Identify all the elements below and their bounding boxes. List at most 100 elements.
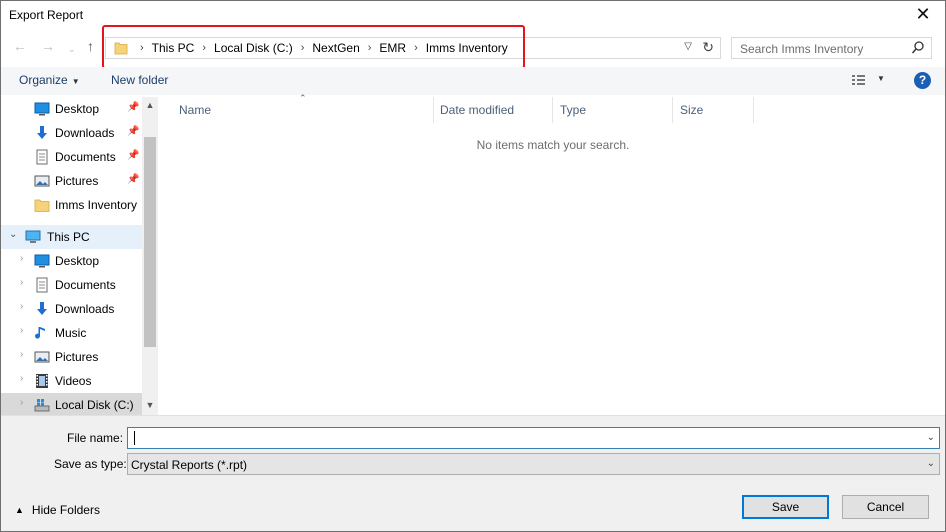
nav-item-label: Pictures (55, 350, 99, 364)
search-box[interactable]: Search Imms Inventory (731, 37, 932, 59)
nav-item-videos[interactable]: › Videos (1, 369, 142, 393)
pin-icon: 📌 (127, 174, 140, 185)
text-cursor (134, 431, 135, 445)
nav-item-pictures[interactable]: Pictures 📌 (1, 169, 142, 193)
nav-item-music[interactable]: › Music (1, 321, 142, 345)
save-as-type-select[interactable]: Crystal Reports (*.rpt) ⌄ (127, 453, 940, 475)
nav-item-label: Music (55, 326, 87, 340)
new-folder-button[interactable]: New folder (111, 73, 168, 87)
recent-locations-chevron-icon[interactable]: ⌄ (68, 42, 76, 56)
export-report-dialog: Export Report ✕ ← → ⌄ ↑ › This PC › Loca… (0, 0, 946, 532)
column-divider[interactable] (753, 97, 754, 123)
chevron-down-icon[interactable]: ⌄ (927, 458, 935, 469)
nav-item-label: Desktop (55, 254, 100, 268)
view-options-icon[interactable] (851, 73, 867, 87)
pictures-icon (34, 351, 50, 363)
window-title: Export Report (9, 8, 84, 22)
drive-icon (34, 399, 50, 412)
nav-item-downloads[interactable]: Downloads 📌 (1, 121, 142, 145)
nav-item-label: Imms Inventory (55, 198, 138, 212)
nav-item-documents[interactable]: › Documents (1, 273, 142, 297)
column-header-type[interactable]: Type (560, 103, 586, 117)
nav-item-label: Pictures (55, 174, 99, 188)
nav-item-label: This PC (47, 230, 90, 244)
collapse-chevron-icon[interactable]: ⌄ (9, 229, 17, 240)
pin-icon: 📌 (127, 150, 140, 161)
pin-icon: 📌 (127, 102, 140, 113)
music-icon (35, 327, 45, 339)
scrollbar-thumb[interactable] (144, 137, 156, 347)
documents-icon (36, 277, 48, 293)
sort-ascending-icon: ⌃ (299, 93, 307, 103)
nav-pane-scrollbar[interactable]: ▲ ▼ (142, 97, 158, 415)
address-dropdown-icon[interactable]: ▽ (684, 41, 692, 52)
navigation-pane: Desktop 📌 Downloads 📌 Documents 📌 Pictur… (1, 97, 158, 415)
column-divider[interactable] (552, 97, 553, 123)
expand-chevron-icon[interactable]: › (20, 397, 23, 408)
scroll-up-icon[interactable]: ▲ (142, 100, 158, 110)
column-header-date-modified[interactable]: Date modified (440, 103, 514, 117)
search-placeholder: Search Imms Inventory (740, 42, 864, 56)
downloads-icon (37, 126, 47, 139)
nav-item-label: Downloads (55, 302, 115, 316)
expand-chevron-icon[interactable]: › (20, 253, 23, 264)
chevron-down-icon: ▼ (71, 77, 80, 86)
cancel-button[interactable]: Cancel (842, 495, 929, 519)
view-dropdown-icon[interactable]: ▼ (877, 74, 885, 83)
nav-item-documents[interactable]: Documents 📌 (1, 145, 142, 169)
pictures-icon (34, 175, 50, 187)
scroll-down-icon[interactable]: ▼ (142, 400, 158, 410)
nav-item-local-disk[interactable]: › Local Disk (C:) (1, 393, 142, 415)
empty-folder-message: No items match your search. (476, 138, 630, 152)
chevron-up-icon: ▲ (15, 505, 24, 515)
toolbar: Organize ▼ New folder ▼ ? (1, 67, 945, 95)
expand-chevron-icon[interactable]: › (20, 349, 23, 360)
refresh-icon[interactable]: ↻ (702, 39, 714, 56)
nav-item-label: Local Disk (C:) (55, 398, 134, 412)
column-header-size[interactable]: Size (680, 103, 703, 117)
forward-arrow-icon[interactable]: → (41, 39, 55, 53)
chevron-down-icon[interactable]: ⌄ (927, 432, 935, 443)
search-icon[interactable] (911, 40, 925, 56)
file-list-pane: ⌃ Name Date modified Type Size No items … (161, 93, 945, 415)
save-as-type-value: Crystal Reports (*.rpt) (131, 458, 248, 472)
help-icon[interactable]: ? (914, 72, 931, 89)
nav-item-downloads[interactable]: › Downloads (1, 297, 142, 321)
nav-item-label: Documents (55, 150, 116, 164)
nav-item-label: Documents (55, 278, 116, 292)
save-options-panel: File name: ⌄ Save as type: Crystal Repor… (1, 415, 945, 531)
desktop-icon (34, 254, 50, 268)
nav-item-label: Videos (55, 374, 92, 388)
address-highlight-box (102, 25, 525, 69)
nav-item-pictures[interactable]: › Pictures (1, 345, 142, 369)
column-divider[interactable] (433, 97, 434, 123)
downloads-icon (37, 302, 47, 315)
expand-chevron-icon[interactable]: › (20, 301, 23, 312)
file-name-input[interactable]: ⌄ (127, 427, 940, 449)
back-arrow-icon[interactable]: ← (13, 39, 27, 53)
save-as-type-label: Save as type: (54, 457, 127, 471)
column-header-name[interactable]: Name (179, 103, 211, 117)
organize-button[interactable]: Organize ▼ (19, 73, 80, 87)
hide-folders-button[interactable]: ▲ Hide Folders (15, 503, 100, 517)
file-name-label: File name: (67, 431, 124, 445)
expand-chevron-icon[interactable]: › (20, 325, 23, 336)
nav-item-desktop[interactable]: › Desktop (1, 249, 142, 273)
hide-folders-label: Hide Folders (31, 503, 100, 517)
pin-icon: 📌 (127, 126, 140, 137)
close-icon[interactable]: ✕ (911, 3, 935, 25)
nav-item-desktop[interactable]: Desktop 📌 (1, 97, 142, 121)
expand-chevron-icon[interactable]: › (20, 277, 23, 288)
nav-item-this-pc[interactable]: ⌄ This PC (1, 225, 142, 249)
organize-label: Organize (19, 73, 68, 87)
expand-chevron-icon[interactable]: › (20, 373, 23, 384)
videos-icon (36, 374, 48, 388)
up-arrow-icon[interactable]: ↑ (87, 39, 94, 53)
nav-item-label: Desktop (55, 102, 100, 116)
nav-item-label: Downloads (55, 126, 115, 140)
desktop-icon (34, 102, 50, 116)
this-pc-icon (25, 230, 41, 243)
column-divider[interactable] (672, 97, 673, 123)
save-button[interactable]: Save (742, 495, 829, 519)
nav-item-imms-inventory[interactable]: Imms Inventory (1, 193, 142, 217)
